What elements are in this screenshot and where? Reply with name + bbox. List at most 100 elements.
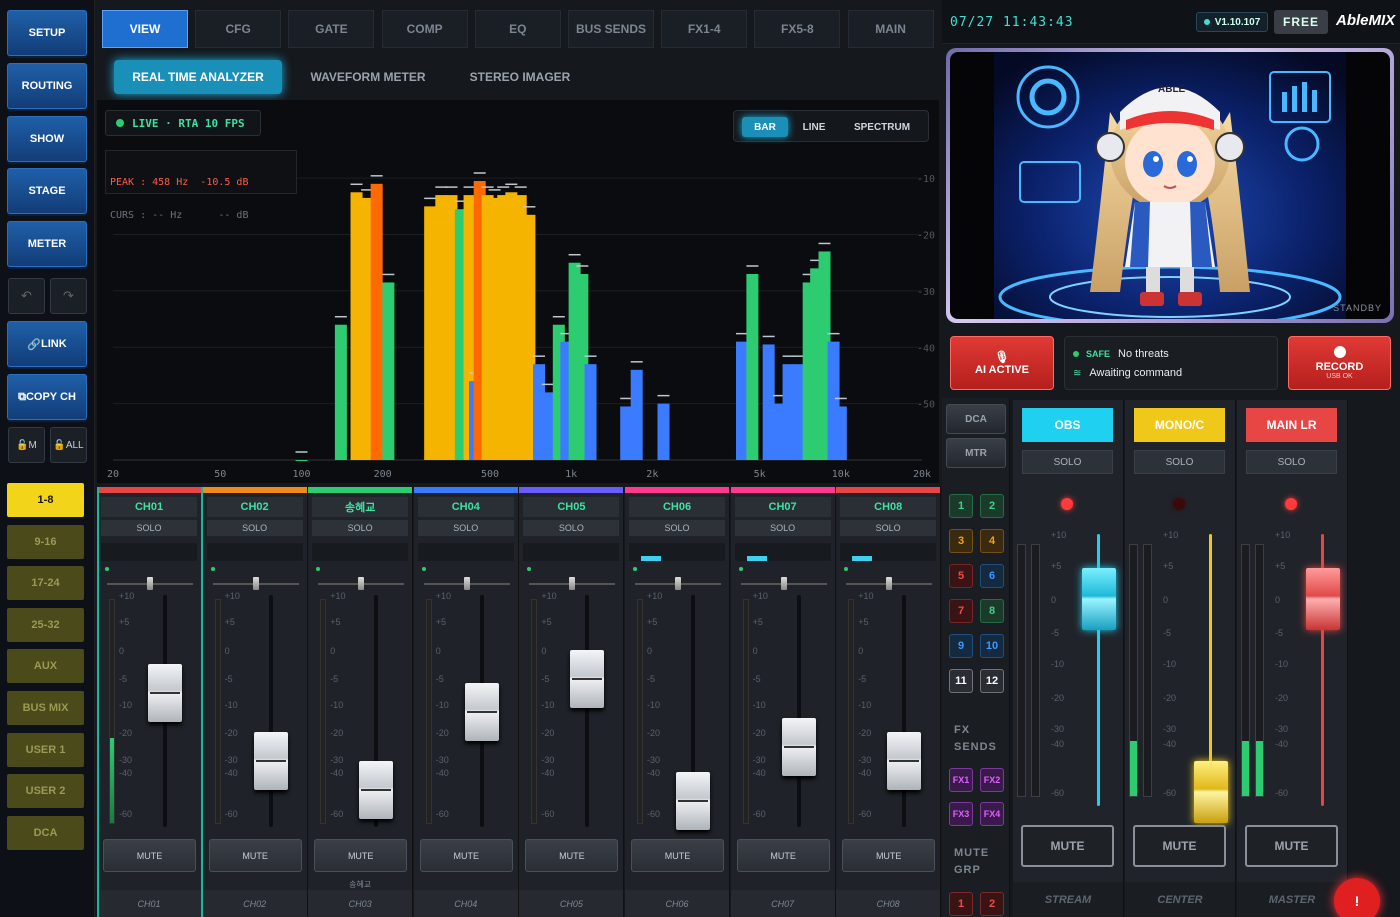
bank-button-25-32[interactable]: 25-32 xyxy=(7,607,84,642)
pan-knob[interactable] xyxy=(358,577,365,590)
bank-button-dca[interactable]: DCA xyxy=(7,815,84,850)
channel-name[interactable]: 송혜교 xyxy=(312,497,409,517)
solo-button[interactable]: SOLO xyxy=(629,520,725,536)
tab-waveform-meter[interactable]: WAVEFORM METER xyxy=(300,60,436,94)
tab-bus-sends[interactable]: BUS SENDS xyxy=(568,10,654,48)
bank-button-9-16[interactable]: 9-16 xyxy=(7,524,84,559)
meter-button[interactable]: METER xyxy=(7,221,87,267)
mute-button[interactable]: MUTE xyxy=(525,839,619,872)
alert-button[interactable]: ! xyxy=(1334,878,1380,917)
mute-button[interactable]: MUTE xyxy=(1133,825,1226,867)
channel-fader[interactable] xyxy=(464,683,499,742)
fx-send-button[interactable]: FX2 xyxy=(980,768,1004,792)
channel-fader[interactable] xyxy=(359,761,394,820)
dca-group-button-10[interactable]: 10 xyxy=(980,634,1004,658)
bank-button-1-8[interactable]: 1-8 xyxy=(7,483,84,517)
tab-comp[interactable]: COMP xyxy=(381,10,468,48)
channel-fader[interactable] xyxy=(676,771,710,830)
mute-button[interactable]: MUTE xyxy=(419,839,513,872)
solo-button[interactable]: SOLO xyxy=(1022,450,1113,474)
mute-button[interactable]: MUTE xyxy=(842,839,936,872)
dca-group-button-3[interactable]: 3 xyxy=(949,529,973,553)
mute-group-button[interactable]: 2 xyxy=(980,892,1004,916)
tab-stereo-imager[interactable]: STEREO IMAGER xyxy=(460,60,580,94)
channel-name[interactable]: CH04 xyxy=(417,497,514,517)
bank-button-17-24[interactable]: 17-24 xyxy=(7,566,84,601)
routing-button[interactable]: ROUTING xyxy=(7,63,87,109)
solo-button[interactable]: SOLO xyxy=(523,520,620,536)
channel-fader[interactable] xyxy=(570,649,605,708)
pan-knob[interactable] xyxy=(886,577,893,590)
bus-fader[interactable] xyxy=(1306,567,1340,630)
dca-group-button-6[interactable]: 6 xyxy=(980,564,1004,588)
bus-fader[interactable] xyxy=(1194,761,1228,823)
tab-fx5-8[interactable]: FX5-8 xyxy=(754,10,841,48)
pan-knob[interactable] xyxy=(675,577,681,590)
bus-name-button[interactable]: OBS xyxy=(1022,408,1113,442)
pan-knob[interactable] xyxy=(147,577,153,590)
mode-bar-button[interactable]: BAR xyxy=(742,117,788,137)
solo-button[interactable]: SOLO xyxy=(1246,450,1337,474)
fx-send-button[interactable]: FX3 xyxy=(949,802,973,826)
channel-name[interactable]: CH07 xyxy=(734,497,831,517)
plan-button[interactable]: FREE xyxy=(1274,10,1328,34)
dca-group-button-12[interactable]: 12 xyxy=(980,669,1004,693)
mute-group-button[interactable]: 1 xyxy=(949,892,973,916)
mute-button[interactable]: MUTE xyxy=(736,839,830,872)
dca-group-button-8[interactable]: 8 xyxy=(980,599,1004,623)
bus-fader[interactable] xyxy=(1082,567,1116,630)
dca-group-button-7[interactable]: 7 xyxy=(949,599,973,623)
solo-button[interactable]: SOLO xyxy=(417,520,514,536)
tab-eq[interactable]: EQ xyxy=(474,10,561,48)
dca-group-button-4[interactable]: 4 xyxy=(980,529,1004,553)
ai-active-button[interactable]: 🎙 AI ACTIVE xyxy=(950,336,1054,390)
tab-cfg[interactable]: CFG xyxy=(195,10,282,48)
bank-button-aux[interactable]: AUX xyxy=(7,649,84,684)
stage-button[interactable]: STAGE xyxy=(7,168,87,214)
bus-name-button[interactable]: MONO/C xyxy=(1134,408,1225,442)
mode-spectrum-button[interactable]: SPECTRUM xyxy=(842,117,922,137)
all-button[interactable]: 🔓 ALL xyxy=(50,427,87,463)
fx-send-button[interactable]: FX4 xyxy=(980,802,1004,826)
dca-button[interactable]: DCA xyxy=(946,404,1006,434)
channel-fader[interactable] xyxy=(887,732,922,791)
mtr-button[interactable]: MTR xyxy=(946,438,1006,468)
pan-knob[interactable] xyxy=(463,577,470,590)
solo-button[interactable]: SOLO xyxy=(206,520,303,536)
channel-fader[interactable] xyxy=(253,732,288,791)
m-button[interactable]: 🔓 M xyxy=(8,427,45,463)
solo-button[interactable]: SOLO xyxy=(1134,450,1225,474)
mute-button[interactable]: MUTE xyxy=(1021,825,1114,867)
pan-knob[interactable] xyxy=(780,577,787,590)
setup-button[interactable]: SETUP xyxy=(7,10,87,56)
tab-fx1-4[interactable]: FX1-4 xyxy=(661,10,748,48)
show-button[interactable]: SHOW xyxy=(7,116,87,162)
channel-name[interactable]: CH06 xyxy=(629,497,725,517)
undo-icon[interactable]: ↶ xyxy=(8,278,45,314)
bus-name-button[interactable]: MAIN LR xyxy=(1246,408,1337,442)
pan-knob[interactable] xyxy=(569,577,576,590)
dca-group-button-9[interactable]: 9 xyxy=(949,634,973,658)
record-button[interactable]: RECORD USB OK xyxy=(1288,336,1391,390)
mute-button[interactable]: MUTE xyxy=(208,839,302,872)
mute-button[interactable]: MUTE xyxy=(103,839,196,872)
channel-fader[interactable] xyxy=(781,718,816,777)
solo-button[interactable]: SOLO xyxy=(101,520,197,536)
mute-button[interactable]: MUTE xyxy=(314,839,408,872)
tab-gate[interactable]: GATE xyxy=(288,10,375,48)
mute-button[interactable]: MUTE xyxy=(631,839,724,872)
channel-name[interactable]: CH08 xyxy=(840,497,937,517)
bank-button-user-2[interactable]: USER 2 xyxy=(7,774,84,809)
channel-name[interactable]: CH05 xyxy=(523,497,620,517)
mode-line-button[interactable]: LINE xyxy=(794,117,834,137)
dca-group-button-11[interactable]: 11 xyxy=(949,669,973,693)
pan-knob[interactable] xyxy=(252,577,259,590)
channel-name[interactable]: CH01 xyxy=(101,497,197,517)
tab-real-time-analyzer[interactable]: REAL TIME ANALYZER xyxy=(114,60,282,94)
dca-group-button-2[interactable]: 2 xyxy=(980,494,1004,518)
solo-button[interactable]: SOLO xyxy=(734,520,831,536)
bank-button-user-1[interactable]: USER 1 xyxy=(7,732,84,767)
solo-button[interactable]: SOLO xyxy=(840,520,937,536)
fx-send-button[interactable]: FX1 xyxy=(949,768,973,792)
dca-group-button-5[interactable]: 5 xyxy=(949,564,973,588)
